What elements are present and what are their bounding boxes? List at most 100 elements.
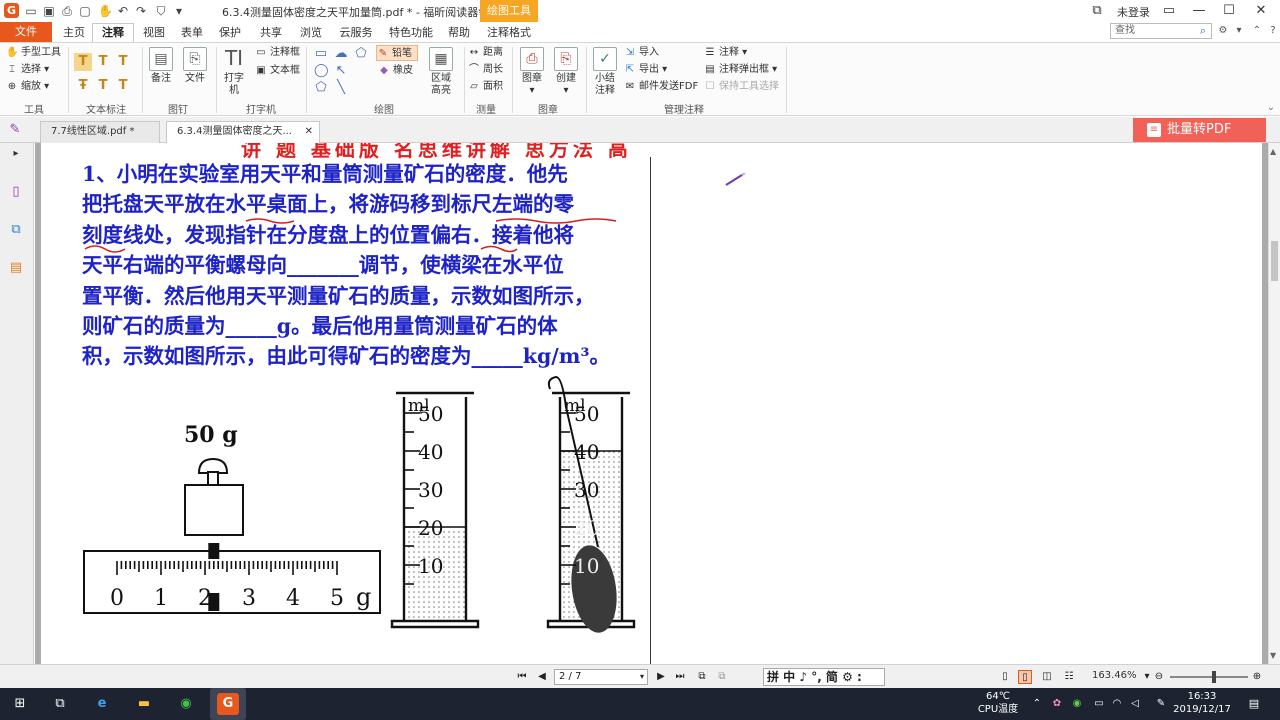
- maximize-window-icon[interactable]: ☐: [1220, 2, 1238, 20]
- tray-battery-icon[interactable]: ▭: [1092, 697, 1106, 711]
- ime-toolbar[interactable]: 拼 中 ♪ °, 简 ⚙ :: [763, 668, 885, 686]
- foxit-logo-icon[interactable]: G: [4, 3, 19, 18]
- polygon-icon[interactable]: ⬠: [354, 47, 368, 61]
- zoom-level[interactable]: 163.46%: [1092, 670, 1137, 681]
- typewriter-button[interactable]: TI 打字机: [220, 47, 248, 97]
- file-explorer-icon[interactable]: ▬: [132, 692, 156, 716]
- replace-text-icon[interactable]: T: [94, 77, 112, 95]
- stamp-quick-icon[interactable]: ⛉: [154, 4, 168, 18]
- tray-pen-icon[interactable]: ✎: [1154, 697, 1168, 711]
- page-number-input[interactable]: 2 / 7 ▾: [554, 669, 648, 685]
- settings-gear-icon[interactable]: ⚙: [1216, 24, 1230, 38]
- tray-wifi-icon[interactable]: ◠: [1110, 697, 1124, 711]
- document-viewport[interactable]: 讲 题 基础版 名思维讲解 思方法 高 1、小明在实验室用天平和量筒测量矿石的密…: [35, 143, 1268, 664]
- pencil-button[interactable]: ✎ 铅笔: [376, 45, 418, 61]
- hand-tool-icon[interactable]: ✋: [98, 4, 113, 18]
- restore-down-icon[interactable]: ⧉: [1088, 2, 1106, 20]
- scrollbar-thumb[interactable]: [1271, 241, 1278, 281]
- tab-features[interactable]: 特色功能: [385, 24, 437, 42]
- keep-tool-checkbox[interactable]: ☐ 保持工具选择: [704, 79, 779, 95]
- zoom-slider[interactable]: [1170, 676, 1248, 678]
- tab-share[interactable]: 共享: [255, 24, 287, 42]
- print-icon[interactable]: ⎙: [60, 4, 74, 18]
- annotation-panel-icon[interactable]: ✎: [6, 121, 24, 139]
- eraser-button[interactable]: ◆ 橡皮: [378, 63, 413, 79]
- summary-annotations-button[interactable]: ✓ 小结注释: [590, 47, 620, 97]
- rectangle-icon[interactable]: ▭: [314, 47, 328, 61]
- strikeout-text-icon[interactable]: Ŧ: [74, 77, 92, 95]
- tab-form[interactable]: 表单: [176, 24, 208, 42]
- note-button[interactable]: ▤ 备注: [146, 47, 176, 85]
- import-button[interactable]: ⇲ 导入: [624, 45, 659, 61]
- select-tool-button[interactable]: ⌶ 选择 ▾: [6, 62, 49, 78]
- tab-view[interactable]: 视图: [138, 24, 170, 42]
- tray-360-icon[interactable]: ◉: [1070, 697, 1084, 711]
- tab-home[interactable]: 主页: [58, 24, 90, 42]
- comments-panel-icon[interactable]: ▤: [7, 259, 25, 277]
- stamp-button[interactable]: ⎙ 图章 ▾: [516, 47, 548, 97]
- distance-button[interactable]: ↔ 距离: [468, 45, 503, 61]
- page-dropdown-icon[interactable]: ▾: [640, 670, 644, 684]
- zoom-slider-thumb[interactable]: [1212, 671, 1216, 683]
- insert-text-icon[interactable]: T: [114, 77, 132, 95]
- collapse-up-icon[interactable]: ⌃: [1250, 24, 1264, 38]
- customize-dropdown-icon[interactable]: ▾: [172, 4, 186, 18]
- browser-360-icon[interactable]: ◉: [174, 692, 198, 716]
- next-view-icon[interactable]: ⧉: [715, 670, 729, 684]
- zoom-out-icon[interactable]: ⊖: [1152, 670, 1166, 684]
- tab-annotation[interactable]: 注释: [92, 23, 134, 42]
- vertical-scrollbar[interactable]: ▲ ▼: [1268, 143, 1280, 664]
- continuous-page-icon[interactable]: ▯: [1018, 670, 1032, 684]
- scroll-up-icon[interactable]: ▲: [1270, 147, 1276, 156]
- annotation-dropdown-button[interactable]: ☰ 注释 ▾: [704, 45, 748, 61]
- windows-start-icon[interactable]: ⊞: [8, 692, 32, 716]
- tab-help[interactable]: 帮助: [443, 24, 475, 42]
- tab-file[interactable]: 文件: [0, 22, 52, 42]
- arrow-icon[interactable]: ↖: [334, 64, 348, 78]
- previous-page-icon[interactable]: ◀: [535, 670, 549, 684]
- minimize-ribbon-icon[interactable]: ▭: [1160, 2, 1178, 20]
- last-page-icon[interactable]: ⏭: [673, 670, 687, 684]
- batch-convert-pdf-button[interactable]: ≡ 批量转PDF: [1133, 118, 1266, 142]
- hand-tool-button[interactable]: ✋ 手型工具: [6, 45, 61, 61]
- zoom-tool-button[interactable]: ⊕ 缩放 ▾: [6, 79, 49, 95]
- foxit-taskbar-icon[interactable]: G: [210, 688, 246, 720]
- save-icon[interactable]: ▣: [42, 4, 56, 18]
- scroll-down-icon[interactable]: ▼: [1270, 651, 1276, 660]
- area-button[interactable]: ▱ 面积: [468, 79, 503, 95]
- tab-browse[interactable]: 浏览: [295, 24, 327, 42]
- area-highlight-button[interactable]: ▦ 区域高亮: [426, 47, 456, 97]
- page-thumbnails-icon[interactable]: ⧉: [7, 221, 25, 239]
- squiggly-text-icon[interactable]: T: [114, 53, 132, 71]
- callout-button[interactable]: ▭ 注释框: [255, 45, 300, 61]
- close-window-icon[interactable]: ✕: [1252, 2, 1270, 20]
- tray-expand-icon[interactable]: ⌃: [1030, 697, 1044, 711]
- edge-browser-icon[interactable]: e: [90, 692, 114, 716]
- underline-text-icon[interactable]: T: [94, 53, 112, 71]
- close-tab-icon[interactable]: ✕: [305, 122, 313, 142]
- help-icon[interactable]: ?: [1266, 24, 1280, 38]
- tab-annotation-format[interactable]: 注释格式: [484, 24, 534, 42]
- textbox-button[interactable]: ▣ 文本框: [255, 63, 300, 79]
- highlight-text-icon[interactable]: T: [74, 53, 92, 71]
- facing-page-icon[interactable]: ◫: [1040, 670, 1054, 684]
- previous-view-icon[interactable]: ⧉: [695, 670, 709, 684]
- redo-icon[interactable]: ↷: [134, 4, 148, 18]
- doc-tab-linear-region[interactable]: 7.7线性区域.pdf *: [40, 121, 160, 143]
- search-icon[interactable]: ⌕: [1196, 24, 1210, 38]
- system-clock[interactable]: 16:33 2019/12/17: [1170, 690, 1234, 716]
- window-icon[interactable]: ▢: [78, 4, 92, 18]
- tray-volume-icon[interactable]: ◁: [1128, 697, 1142, 711]
- zoom-in-icon[interactable]: ⊕: [1250, 670, 1264, 684]
- annotation-popup-button[interactable]: ▤ 注释弹出框 ▾: [704, 62, 777, 78]
- tab-cloud[interactable]: 云服务: [335, 24, 377, 42]
- doc-tab-density-active[interactable]: 6.3.4测量固体密度之天... ✕: [166, 121, 320, 143]
- minimize-window-icon[interactable]: —: [1190, 2, 1208, 20]
- dropdown-arrow-icon[interactable]: ▾: [1232, 24, 1246, 38]
- notifications-icon[interactable]: ▤: [1246, 696, 1262, 712]
- undo-icon[interactable]: ↶: [116, 4, 130, 18]
- create-stamp-button[interactable]: ⎘ 创建 ▾: [550, 47, 582, 97]
- continuous-facing-icon[interactable]: ☷: [1062, 670, 1076, 684]
- bookmark-page-icon[interactable]: ▯: [7, 183, 25, 201]
- tray-flower-icon[interactable]: ✿: [1050, 697, 1064, 711]
